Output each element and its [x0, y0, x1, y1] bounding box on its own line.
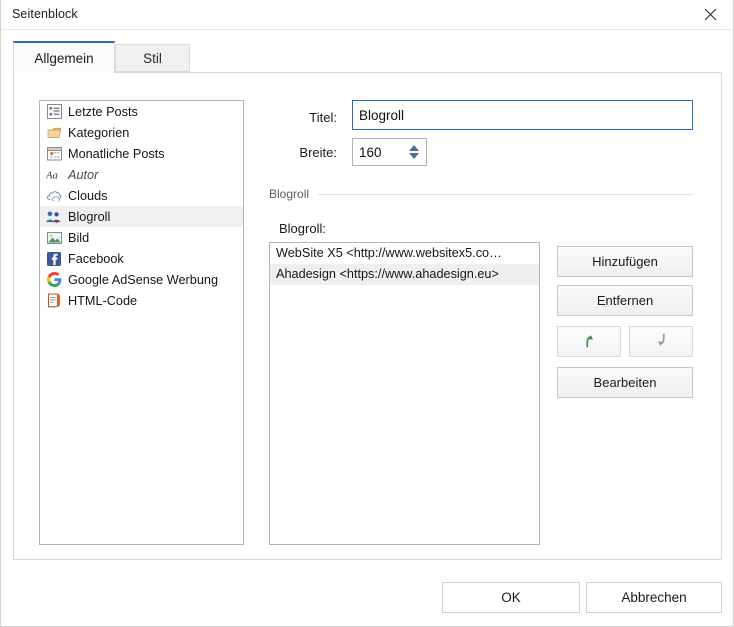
svg-text:Aa: Aa [46, 170, 58, 181]
list-item[interactable]: Ahadesign <https://www.ahadesign.eu> [270, 264, 539, 285]
arrow-down-icon [654, 333, 669, 351]
list-item-label: Facebook [68, 251, 124, 266]
list-item-label: Bild [68, 230, 90, 245]
google-icon [46, 272, 62, 288]
list-item-label: Monatliche Posts [68, 146, 165, 161]
triangle-down-icon[interactable] [408, 153, 419, 159]
close-button[interactable] [687, 0, 733, 29]
move-down-button[interactable] [629, 326, 693, 357]
list-item-label: Blogroll [68, 209, 111, 224]
arrow-up-icon [582, 333, 597, 351]
cancel-button-label: Abbrechen [621, 590, 687, 605]
remove-button[interactable]: Entfernen [557, 285, 693, 316]
tab-strip: Allgemein Stil [13, 41, 722, 73]
close-icon [704, 8, 717, 21]
tab-allgemein[interactable]: Allgemein [13, 41, 115, 73]
facebook-icon [46, 251, 62, 267]
move-up-button[interactable] [557, 326, 621, 357]
add-button-label: Hinzufügen [592, 254, 658, 269]
title-bar: Seitenblock [1, 0, 733, 30]
cloud-icon [46, 188, 62, 204]
edit-button-label: Bearbeiten [593, 375, 657, 390]
width-stepper-buttons[interactable] [401, 139, 426, 165]
title-field-label: Titel: [309, 110, 337, 125]
tab-stil[interactable]: Stil [115, 44, 190, 72]
list-item[interactable]: Bild [40, 227, 243, 248]
tab-allgemein-label: Allgemein [34, 50, 94, 66]
list-item[interactable]: Aa Autor [40, 164, 243, 185]
list-item-label: Kategorien [68, 125, 130, 140]
list-bullets-icon [46, 104, 62, 120]
ok-button-label: OK [501, 590, 521, 605]
add-button[interactable]: Hinzufügen [557, 246, 693, 277]
ok-button[interactable]: OK [442, 582, 580, 613]
title-input[interactable] [352, 100, 693, 130]
list-item[interactable]: Kategorien [40, 122, 243, 143]
list-item[interactable]: Facebook [40, 248, 243, 269]
cancel-button[interactable]: Abbrechen [586, 582, 722, 613]
list-item-label: Clouds [68, 188, 108, 203]
html-code-icon [46, 293, 62, 309]
tab-stil-label: Stil [143, 50, 162, 66]
list-item[interactable]: HTML-Code [40, 290, 243, 311]
list-item-label: Letzte Posts [68, 104, 138, 119]
calendar-icon [46, 146, 62, 162]
list-item[interactable]: Clouds [40, 185, 243, 206]
triangle-up-icon[interactable] [408, 145, 419, 151]
width-stepper[interactable] [352, 138, 427, 166]
image-icon [46, 230, 62, 246]
group-header-label: Blogroll [269, 187, 310, 201]
edit-button[interactable]: Bearbeiten [557, 367, 693, 398]
folder-icon [46, 125, 62, 141]
list-item[interactable]: Letzte Posts [40, 101, 243, 122]
widget-type-list[interactable]: Letzte Posts Kategorien Monatliche Posts… [39, 100, 244, 545]
font-aa-icon: Aa [46, 167, 62, 183]
users-icon [46, 209, 62, 225]
dialog-window: Seitenblock Allgemein Stil Letzte Posts … [0, 0, 734, 627]
window-title: Seitenblock [12, 7, 78, 21]
group-header-divider [318, 193, 693, 195]
list-item[interactable]: Google AdSense Werbung [40, 269, 243, 290]
width-input[interactable] [353, 139, 401, 165]
list-item[interactable]: WebSite X5 <http://www.websitex5.co… [270, 243, 539, 264]
group-header-blogroll: Blogroll [269, 186, 693, 202]
list-item-label: Google AdSense Werbung [68, 272, 219, 287]
list-item-blogroll[interactable]: Blogroll [40, 206, 243, 227]
width-field-label: Breite: [299, 145, 337, 160]
blogroll-list[interactable]: WebSite X5 <http://www.websitex5.co… Aha… [269, 242, 540, 545]
blogroll-list-label: Blogroll: [279, 221, 326, 236]
list-item-label: HTML-Code [68, 293, 138, 308]
list-item-label: Autor [68, 167, 99, 182]
remove-button-label: Entfernen [596, 293, 654, 308]
list-item[interactable]: Monatliche Posts [40, 143, 243, 164]
